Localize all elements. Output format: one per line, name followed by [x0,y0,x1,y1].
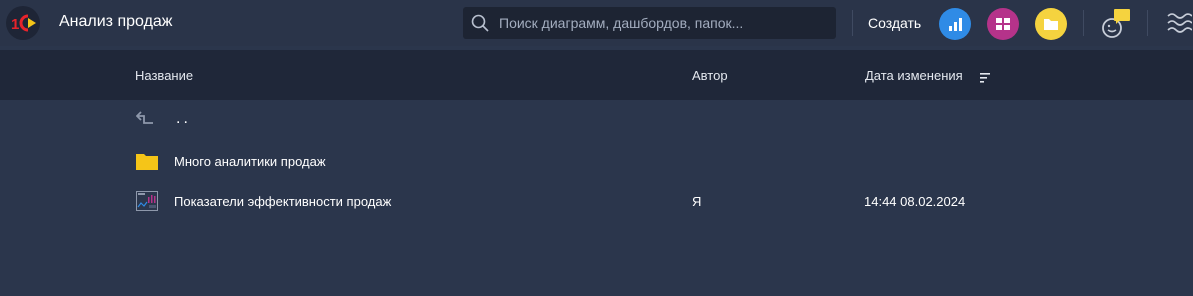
new-dashboard-button[interactable] [987,8,1019,40]
table-row[interactable]: Показатели эффективности продаж Я 14:44 … [0,181,1193,221]
sort-icon[interactable] [980,70,991,88]
main-menu-button[interactable] [1166,10,1192,42]
search-box[interactable] [463,7,836,39]
table-header: Название Автор Дата изменения [0,50,1193,100]
chart-icon [949,18,962,31]
menu-icon [1167,13,1192,33]
top-bar: 1 Анализ продаж Создать [0,0,1193,46]
table-row[interactable]: Много аналитики продаж [0,141,1193,181]
assistant-icon [1102,9,1130,38]
parent-folder-row[interactable]: .. [0,101,1193,141]
app-title: Анализ продаж [59,13,173,30]
assistant-button[interactable] [1100,8,1132,40]
divider [1083,10,1084,36]
create-button[interactable]: Создать [868,15,921,31]
row-name: Много аналитики продаж [174,154,326,169]
parent-folder-label: .. [176,110,191,127]
svg-text:1: 1 [11,16,19,33]
folder-icon [1044,19,1058,30]
search-icon [471,14,489,37]
column-header-author[interactable]: Автор [692,68,728,83]
dashboard-file-icon [136,191,158,216]
row-author: Я [692,194,702,209]
divider [852,10,853,36]
folder-icon [136,152,158,175]
dashboard-icon [996,18,1010,30]
new-chart-button[interactable] [939,8,971,40]
app-logo-icon[interactable]: 1 [6,6,40,40]
search-input[interactable] [499,7,829,39]
column-header-modified[interactable]: Дата изменения [865,68,963,83]
row-name: Показатели эффективности продаж [174,194,392,209]
column-header-name[interactable]: Название [135,68,193,83]
row-modified: 14:44 08.02.2024 [864,194,966,209]
divider [1147,10,1148,36]
new-folder-button[interactable] [1035,8,1067,40]
go-up-icon [135,111,154,130]
